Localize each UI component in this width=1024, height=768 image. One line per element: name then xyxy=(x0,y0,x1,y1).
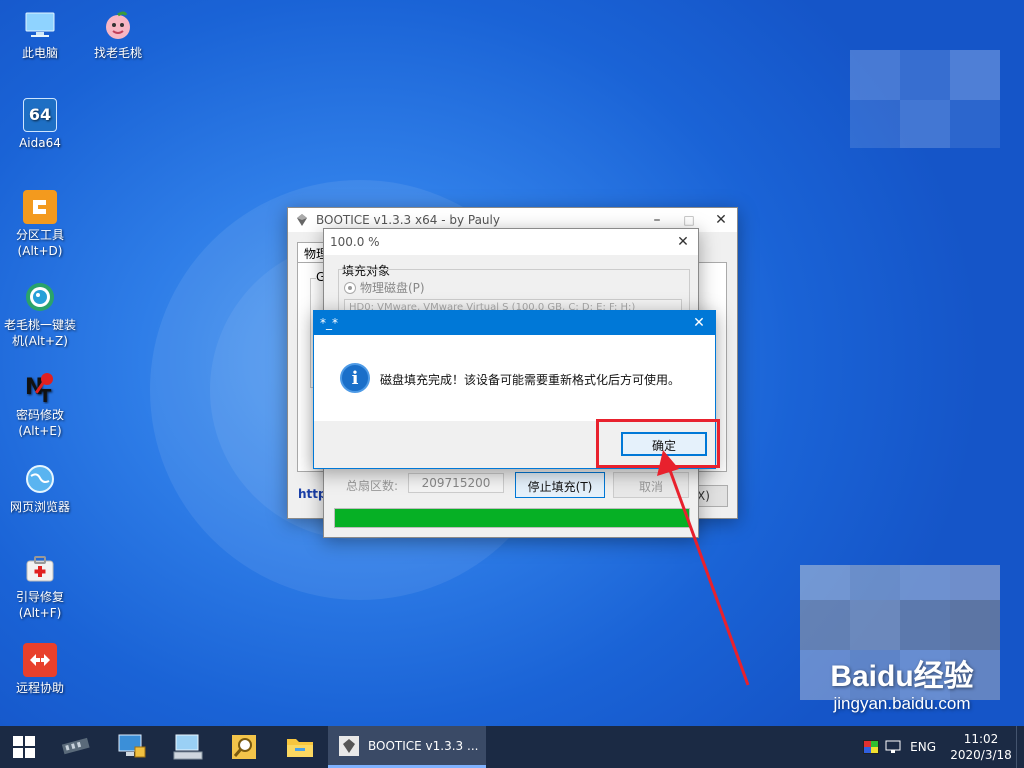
message-text: 磁盘填充完成！该设备可能需要重新格式化后方可使用。 xyxy=(380,373,681,387)
desktop-icon-label: 此电脑 xyxy=(21,46,58,60)
watermark-brand: Baidu经验 xyxy=(830,660,974,693)
info-icon: i xyxy=(340,363,370,393)
aida64-icon: 64 xyxy=(23,98,57,132)
watermark-url: jingyan.baidu.com xyxy=(833,694,971,713)
cancel-button[interactable]: 取消 xyxy=(613,472,689,498)
this-pc-icon xyxy=(23,8,57,42)
peach-icon xyxy=(101,8,135,42)
tray-clock[interactable]: 11:02 2020/3/18 xyxy=(946,731,1016,763)
progress-titlebar[interactable]: 100.0 % ✕ xyxy=(324,229,698,255)
windows-logo-icon xyxy=(13,736,35,758)
physical-disk-radio[interactable]: 物理磁盘(P) xyxy=(344,279,425,296)
stop-fill-button[interactable]: 停止填充(T) xyxy=(515,472,605,498)
taskbar-network-app[interactable] xyxy=(104,726,160,768)
aida64-glyph: 64 xyxy=(28,105,52,124)
computer-keyboard-icon xyxy=(173,734,203,760)
taskbar-file-explorer[interactable] xyxy=(272,726,328,768)
taskbar: BOOTICE v1.3.3 ... ENG 11:02 2020/3/18 xyxy=(0,726,1024,768)
magnifier-icon xyxy=(232,735,256,759)
desktop-icon-boot-repair[interactable]: 引导修复 (Alt+F) xyxy=(0,552,80,621)
desktop-icon-aida64[interactable]: 64 Aida64 xyxy=(0,98,80,151)
taskbar-memory-app[interactable] xyxy=(48,726,104,768)
desktop-icon-label-2: (Alt+D) xyxy=(17,244,63,258)
folder-icon xyxy=(287,739,313,757)
desktop-icon-find-peach[interactable]: 找老毛桃 xyxy=(78,8,158,61)
mosaic-top-right xyxy=(850,50,1000,148)
desktop-icon-remote-assist[interactable]: 远程协助 xyxy=(0,643,80,696)
desktop-icon-password-change[interactable]: NT 密码修改 (Alt+E) xyxy=(0,370,80,439)
physical-disk-label: 物理磁盘(P) xyxy=(360,281,425,295)
desktop-icon-label-2: (Alt+F) xyxy=(18,606,62,620)
baidu-watermark: Baidu经验 jingyan.baidu.com xyxy=(792,660,1012,714)
total-sectors-field: 209715200 xyxy=(408,473,504,493)
cancel-label: 取消 xyxy=(638,480,663,494)
progress-bar xyxy=(334,508,690,528)
desktop-icon-label: 找老毛桃 xyxy=(93,46,142,60)
progress-fill xyxy=(335,509,689,527)
desktop-icon-one-key-install[interactable]: 老毛桃一键装 机(Alt+Z) xyxy=(0,280,80,349)
svg-text:T: T xyxy=(39,386,52,404)
bootice-task-icon xyxy=(339,735,359,756)
taskbar-search-app[interactable] xyxy=(216,726,272,768)
network-monitor-icon xyxy=(118,734,146,758)
desktop-icon-label: 网页浏览器 xyxy=(9,500,70,514)
message-close-button[interactable]: ✕ xyxy=(683,311,715,335)
progress-title: 100.0 % xyxy=(330,235,380,249)
total-sectors-label: 总扇区数: xyxy=(346,479,399,493)
remote-assist-icon xyxy=(23,643,57,677)
stop-fill-label: 停止填充(T) xyxy=(527,480,593,494)
total-sectors-value: 209715200 xyxy=(421,476,491,490)
tray-color-icon[interactable] xyxy=(860,726,882,768)
desktop-icon-label: Aida64 xyxy=(19,136,61,150)
bootice-task-label: BOOTICE v1.3.3 ... xyxy=(368,738,479,753)
bootice-app-icon xyxy=(294,212,310,228)
desktop-icon-label: 远程协助 xyxy=(15,681,64,695)
desktop-icon-this-pc[interactable]: 此电脑 xyxy=(0,8,80,61)
web-browser-icon xyxy=(23,462,57,496)
radio-dot-icon xyxy=(344,281,356,294)
boot-repair-icon xyxy=(23,552,57,586)
bootice-title: BOOTICE v1.3.3 x64 - by Pauly xyxy=(316,213,500,227)
one-key-install-icon xyxy=(23,280,57,314)
show-desktop-button[interactable] xyxy=(1016,726,1024,768)
annotation-highlight-box xyxy=(596,419,720,468)
tray-time: 11:02 xyxy=(963,732,999,746)
password-change-icon: NT xyxy=(23,370,57,404)
message-titlebar[interactable]: *_* ✕ xyxy=(314,311,715,335)
desktop-icon-label: 密码修改 xyxy=(15,408,64,422)
tray-network-icon[interactable] xyxy=(882,726,904,768)
desktop-icon-label-2: (Alt+E) xyxy=(18,424,62,438)
message-title: *_* xyxy=(320,316,338,330)
partition-tool-icon xyxy=(23,190,57,224)
taskbar-bootice-task[interactable]: BOOTICE v1.3.3 ... xyxy=(328,726,486,768)
taskbar-computer-app[interactable] xyxy=(160,726,216,768)
memory-chip-icon xyxy=(61,737,90,755)
desktop-icon-label-2: 机(Alt+Z) xyxy=(12,334,68,348)
tray-date: 2020/3/18 xyxy=(950,748,1012,762)
close-button[interactable]: ✕ xyxy=(705,208,737,232)
desktop-icon-label: 引导修复 xyxy=(15,590,64,604)
desktop-icon-label: 分区工具 xyxy=(15,228,64,242)
desktop-icon-partition-tool[interactable]: 分区工具 (Alt+D) xyxy=(0,190,80,259)
start-button[interactable] xyxy=(0,726,48,768)
desktop-icon-web-browser[interactable]: 网页浏览器 xyxy=(0,462,80,515)
tray-language[interactable]: ENG xyxy=(904,740,946,754)
progress-close-button[interactable]: ✕ xyxy=(668,230,698,254)
desktop-icon-label: 老毛桃一键装 xyxy=(3,318,76,332)
